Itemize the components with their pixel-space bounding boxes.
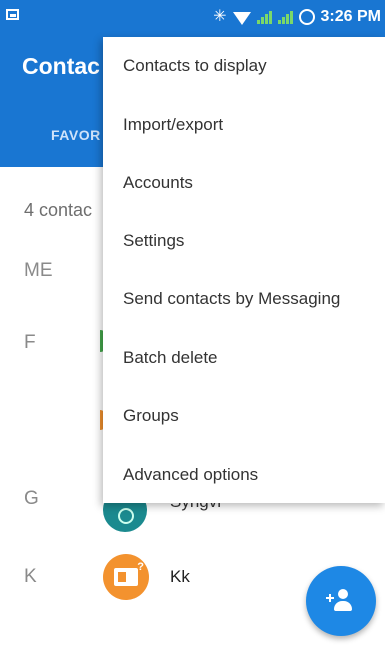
signal-icon [277,10,293,24]
add-person-icon [326,589,356,613]
signal-icon [256,10,272,24]
section-letter-me: ME [24,260,53,281]
status-icons: ✳ 3:26 PM [213,6,381,28]
contacts-count: 4 contac [24,200,93,220]
menu-item-groups[interactable]: Groups [123,406,179,426]
menu-item-accounts[interactable]: Accounts [123,173,193,193]
section-letter-g: G [24,488,39,509]
menu-item-settings[interactable]: Settings [123,231,184,251]
menu-item-batch-delete[interactable]: Batch delete [123,348,218,368]
contact-name[interactable]: Kk [170,567,190,587]
sim-card-icon: ? [114,561,144,586]
section-letter-f: F [24,332,36,353]
status-bar: ✳ 3:26 PM [0,0,385,34]
add-contact-button[interactable] [306,566,376,636]
menu-item-import-export[interactable]: Import/export [123,115,223,135]
overflow-menu: Contacts to display Import/export Accoun… [103,37,385,503]
wifi-icon [232,11,251,25]
page-title: Contac [22,53,100,79]
section-letter-k: K [24,566,37,587]
menu-item-advanced-options[interactable]: Advanced options [123,465,258,485]
avatar[interactable]: ? [103,554,149,600]
person-icon [118,508,134,524]
bluetooth-icon: ✳ [213,8,227,25]
tab-favorites[interactable]: FAVOR [51,127,101,143]
menu-item-send-contacts[interactable]: Send contacts by Messaging [123,289,340,309]
sync-ring-icon [298,9,315,25]
menu-item-contacts-to-display[interactable]: Contacts to display [123,56,267,76]
status-time: 3:26 PM [320,8,381,25]
image-icon [6,9,19,20]
